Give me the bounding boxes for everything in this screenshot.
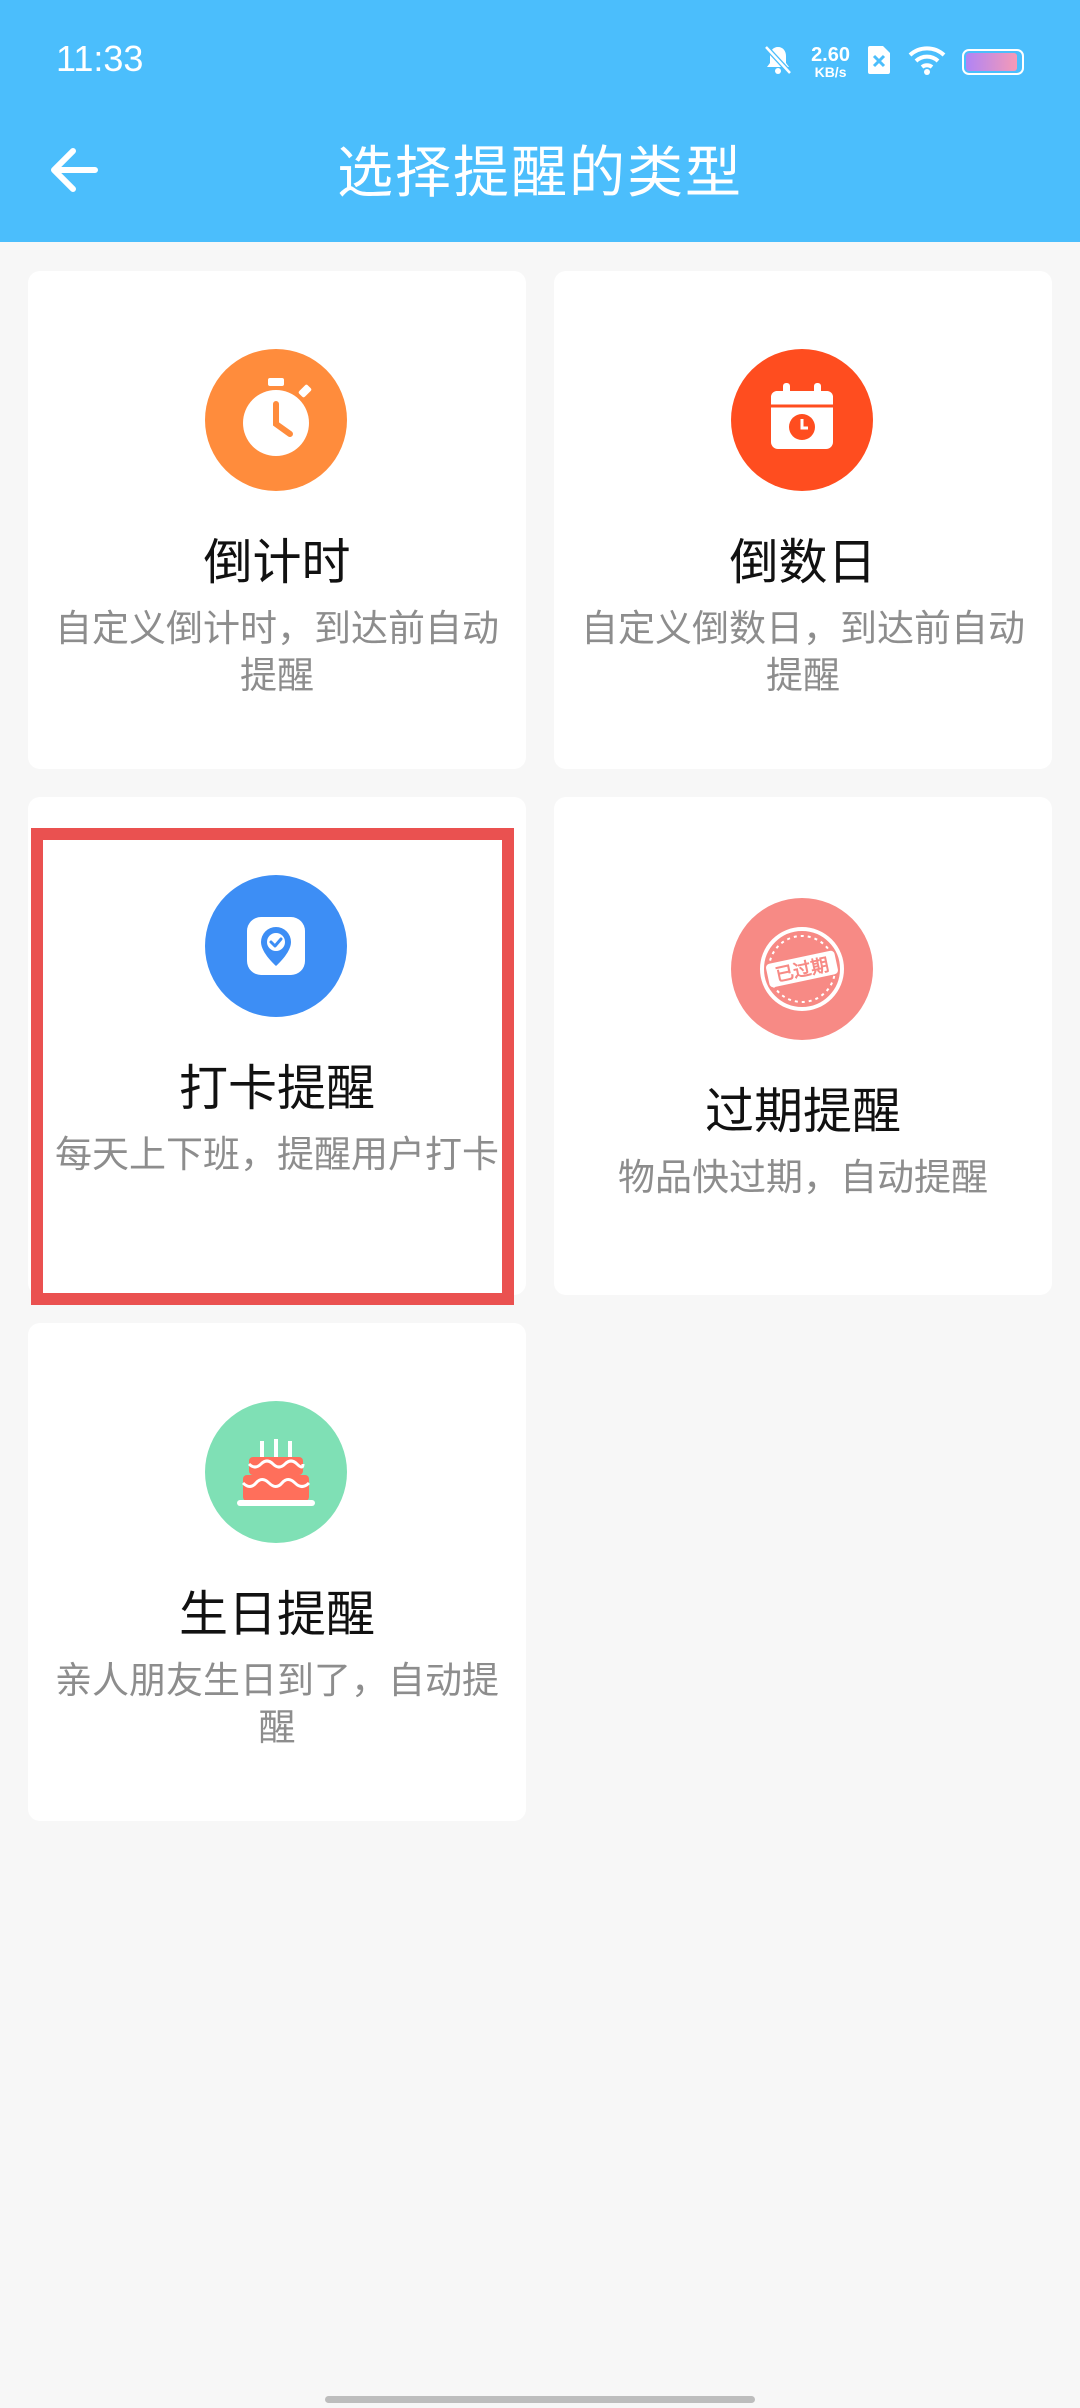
calendar-icon <box>731 349 873 491</box>
wifi-icon <box>908 45 946 79</box>
card-title: 倒数日 <box>729 534 877 591</box>
card-title: 过期提醒 <box>704 1083 901 1140</box>
network-speed: 2.60 KB/s <box>811 45 850 79</box>
card-description: 物品快过期，自动提醒 <box>618 1156 988 1199</box>
stopwatch-icon <box>205 349 347 491</box>
card-description: 每天上下班，提醒用户打卡 <box>55 1133 499 1176</box>
card-icon-circle: 已过期 <box>731 898 873 1040</box>
location-check-icon <box>205 875 347 1017</box>
battery-icon <box>962 49 1024 75</box>
card-description: 自定义倒计时，到达前自动提醒 <box>55 607 499 697</box>
expired-stamp-icon: 已过期 <box>731 898 873 1040</box>
card-countdown[interactable]: 倒计时 自定义倒计时，到达前自动提醒 <box>28 271 526 769</box>
card-title: 倒计时 <box>203 534 351 591</box>
page-title: 选择提醒的类型 <box>337 141 743 206</box>
card-day-countdown[interactable]: 倒数日 自定义倒数日，到达前自动提醒 <box>554 271 1052 769</box>
card-icon-circle <box>205 1401 347 1543</box>
card-clock-in[interactable]: 打卡提醒 每天上下班，提醒用户打卡 <box>28 797 526 1295</box>
battery-level <box>966 53 1018 71</box>
card-expiry[interactable]: 已过期 过期提醒 物品快过期，自动提醒 <box>554 797 1052 1295</box>
birthday-cake-icon <box>205 1401 347 1543</box>
card-description: 自定义倒数日，到达前自动提醒 <box>581 607 1025 697</box>
card-title: 打卡提醒 <box>178 1060 375 1117</box>
card-icon-circle <box>205 875 347 1017</box>
card-title: 生日提醒 <box>178 1586 375 1643</box>
card-birthday[interactable]: 生日提醒 亲人朋友生日到了，自动提醒 <box>28 1323 526 1821</box>
mute-bell-icon <box>761 43 795 81</box>
card-icon-circle <box>731 349 873 491</box>
card-description: 亲人朋友生日到了，自动提醒 <box>55 1659 499 1749</box>
network-speed-unit: KB/s <box>814 64 847 80</box>
status-icons: 2.60 KB/s <box>761 40 1024 84</box>
app-header: 11:33 2.60 KB/s 选择提醒的类型 <box>0 0 1080 242</box>
card-icon-circle <box>205 349 347 491</box>
sim-off-icon <box>866 44 892 80</box>
network-speed-value: 2.60 <box>811 44 850 66</box>
status-time: 11:33 <box>56 38 144 79</box>
home-indicator[interactable] <box>325 2396 755 2403</box>
